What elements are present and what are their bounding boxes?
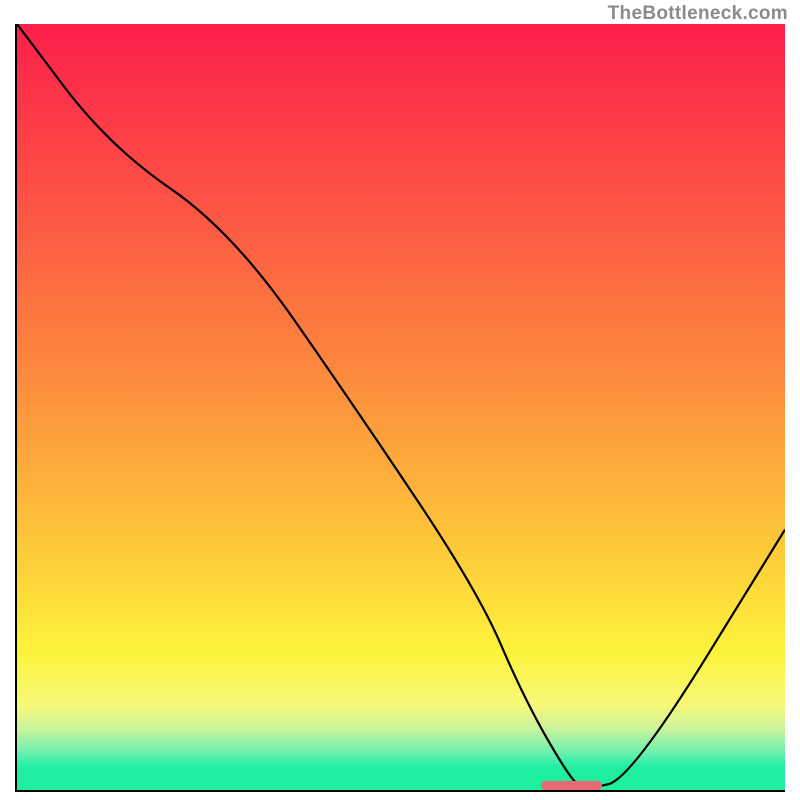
- plot-frame: [15, 24, 785, 792]
- optimal-range-bar: [541, 781, 603, 790]
- bottleneck-curve-path: [17, 24, 785, 787]
- chart-canvas: TheBottleneck.com: [0, 0, 800, 800]
- watermark-text: TheBottleneck.com: [608, 3, 788, 25]
- bottleneck-curve-svg: [17, 24, 785, 790]
